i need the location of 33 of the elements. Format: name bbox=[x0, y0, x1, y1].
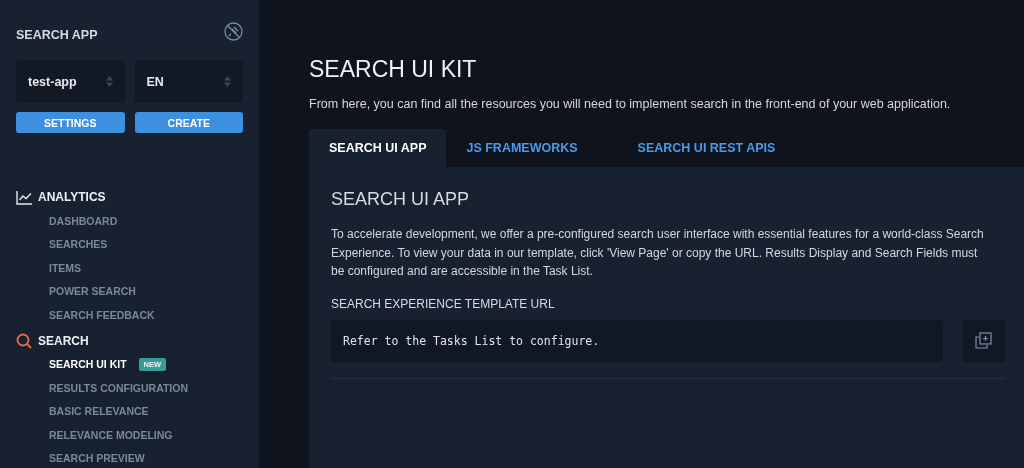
page-description: From here, you can find all the resources you will need to implement search in the front-end of your web application. bbox=[309, 97, 952, 111]
nav-group-label[interactable]: ANALYTICS bbox=[38, 190, 106, 204]
copy-icon bbox=[975, 332, 992, 349]
nav-item[interactable]: SEARCH FEEDBACK bbox=[49, 308, 155, 321]
nav-item[interactable]: BASIC RELEVANCE bbox=[49, 405, 149, 418]
nav-item[interactable]: DASHBOARD bbox=[49, 214, 118, 227]
app-select[interactable]: test-app bbox=[16, 60, 125, 103]
nav-item[interactable]: POWER SEARCH bbox=[49, 285, 136, 298]
sidebar-button[interactable]: SETTINGS bbox=[16, 112, 125, 133]
sidebar-title: SEARCH APP bbox=[16, 28, 98, 42]
nav-item[interactable]: SEARCH PREVIEW bbox=[49, 452, 145, 465]
field-label: SEARCH EXPERIENCE TEMPLATE URL bbox=[331, 296, 556, 311]
nav-item[interactable]: SEARCH UI KIT bbox=[49, 358, 127, 371]
nav-item[interactable]: RELEVANCE MODELING bbox=[49, 428, 173, 441]
url-field[interactable]: Refer to the Tasks List to configure. bbox=[331, 319, 943, 362]
nav-item[interactable]: ITEMS bbox=[49, 261, 82, 274]
up-down-icon bbox=[105, 76, 113, 87]
up-down-icon bbox=[224, 76, 231, 87]
line-chart-icon bbox=[16, 189, 33, 205]
sidebar-button[interactable]: CREATE bbox=[134, 112, 243, 133]
language-select[interactable]: EN bbox=[134, 60, 243, 103]
nav-item[interactable]: RESULTS CONFIGURATION bbox=[49, 381, 189, 394]
unpin-icon[interactable] bbox=[224, 21, 243, 41]
tab[interactable]: JS FRAMEWORKS bbox=[446, 129, 598, 167]
nav-group-label[interactable]: SEARCH bbox=[38, 333, 89, 348]
page-title: SEARCH UI KIT bbox=[309, 56, 478, 83]
tab[interactable]: SEARCH UI APP bbox=[309, 129, 447, 167]
search-icon bbox=[16, 332, 33, 349]
panel-title: SEARCH UI APP bbox=[331, 189, 471, 210]
nav-item[interactable]: SEARCHES bbox=[49, 238, 108, 251]
panel-text: To accelerate development, we offer a pre-configured search user interface with essential features for a world-class Search Experience. To view your data in our template, click 'View Page' or copy the URL. Results Display and Search Fields must be configured and are accessible in the Task List. bbox=[331, 226, 985, 280]
copy-button[interactable] bbox=[962, 319, 1005, 362]
tab[interactable]: SEARCH UI REST APIS bbox=[617, 129, 796, 167]
